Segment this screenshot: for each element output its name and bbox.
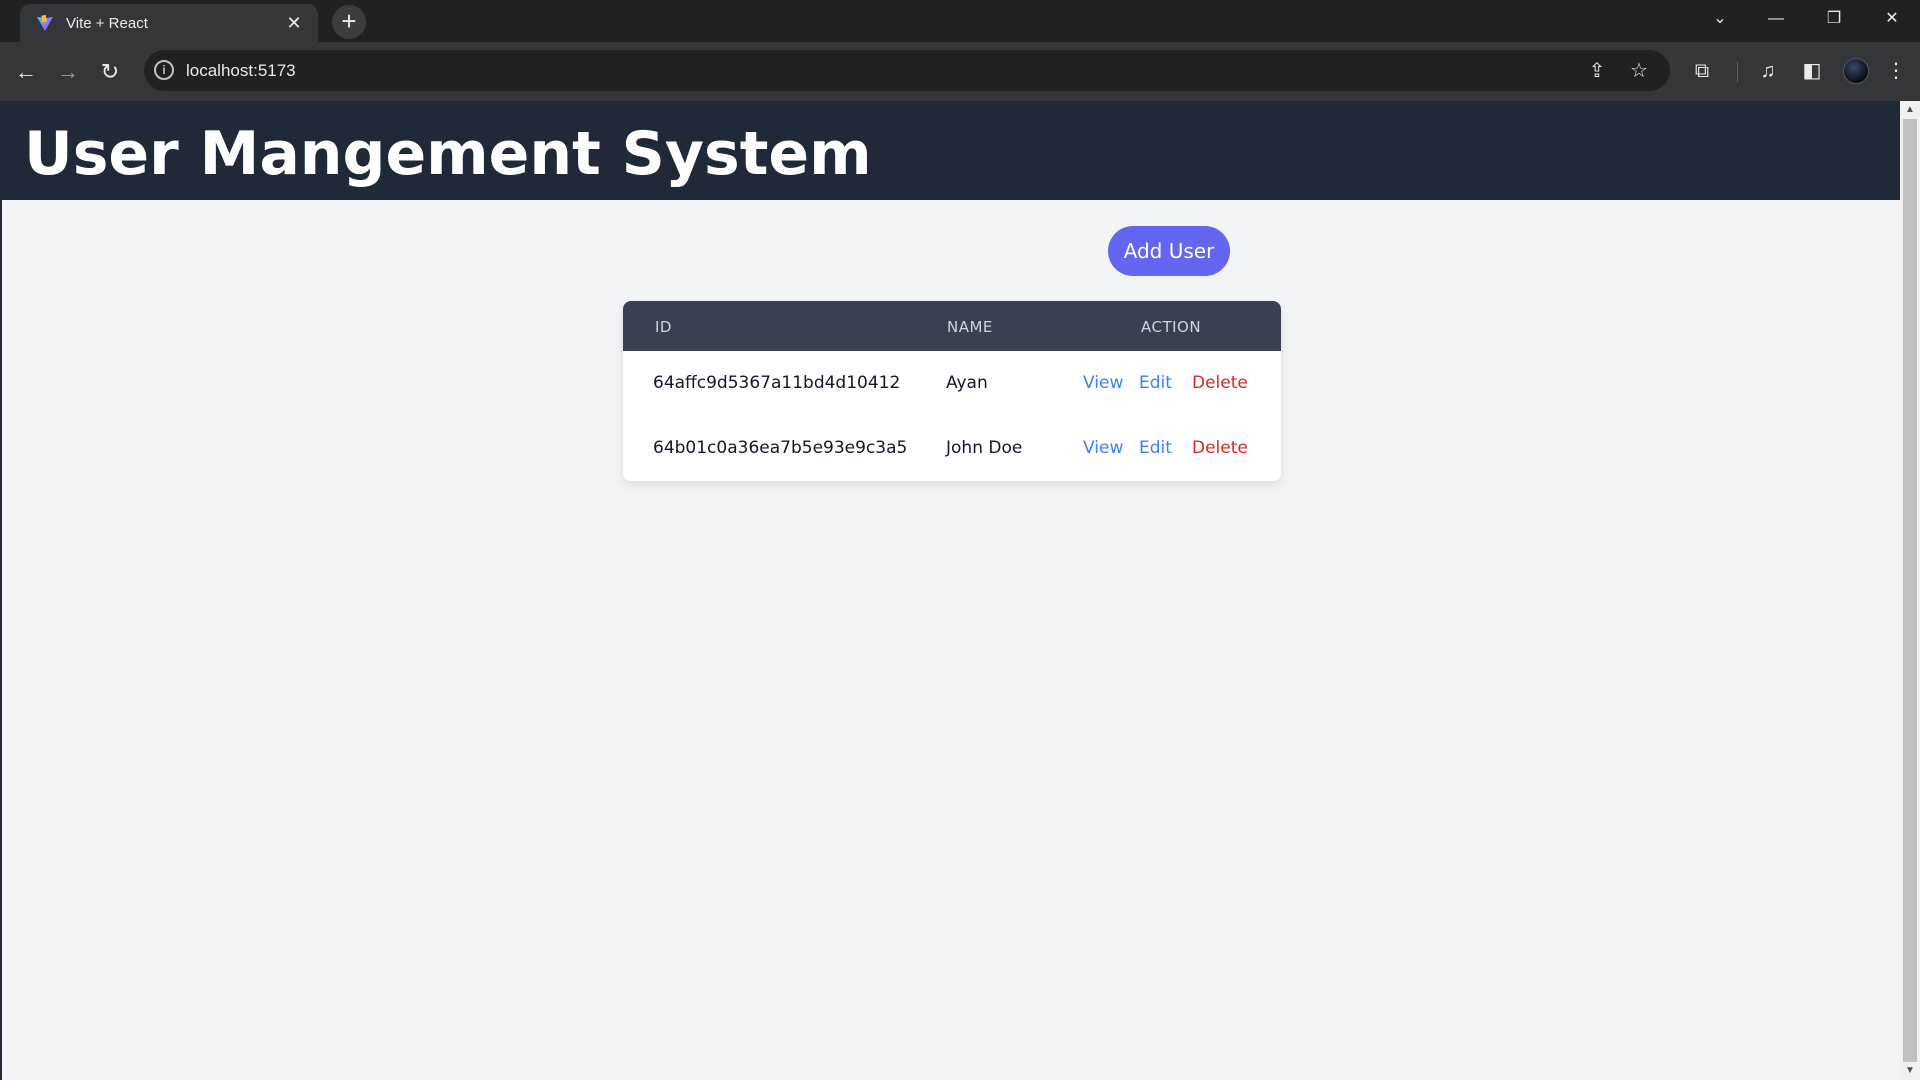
scroll-up-arrow-icon[interactable]: ▲ [1900, 101, 1920, 119]
add-user-button[interactable]: Add User [1108, 226, 1230, 276]
reload-icon[interactable]: ↻ [92, 54, 128, 90]
media-icon[interactable]: ♫ [1752, 55, 1784, 87]
close-icon[interactable]: ✕ [282, 11, 306, 35]
vite-logo-icon [36, 14, 54, 32]
tab-title: Vite + React [66, 15, 148, 32]
app-header: User Mangement System [2, 101, 1900, 200]
vertical-scrollbar[interactable]: ▲ ▼ [1900, 101, 1920, 1080]
scroll-thumb[interactable] [1903, 119, 1917, 1062]
view-link[interactable]: View [1083, 373, 1123, 393]
arrow-left-icon[interactable]: ← [8, 54, 44, 90]
delete-link[interactable]: Delete [1192, 438, 1248, 458]
table-row: 64b01c0a36ea7b5e93e9c3a5 John Doe View E… [623, 416, 1281, 481]
cell-id: 64affc9d5367a11bd4d10412 [653, 373, 901, 393]
cell-id: 64b01c0a36ea7b5e93e9c3a5 [653, 438, 908, 458]
table-row: 64affc9d5367a11bd4d10412 Ayan View Edit … [623, 351, 1281, 416]
cell-name: John Doe [946, 438, 1023, 458]
avatar[interactable] [1843, 58, 1869, 84]
column-header-action: ACTION [1141, 318, 1202, 336]
url-text[interactable]: localhost:5173 [186, 61, 296, 81]
browser-tab-strip: Vite + React ✕ + ⌄ — ❐ ✕ [0, 0, 1920, 42]
browser-toolbar: ← → ↻ i localhost:5173 ⇪ ☆ ⧉ ♫ ◧ ⋮ [0, 42, 1920, 101]
edit-link[interactable]: Edit [1139, 373, 1172, 393]
cell-name: Ayan [946, 373, 988, 393]
delete-link[interactable]: Delete [1192, 373, 1248, 393]
restore-icon[interactable]: ❐ [1806, 0, 1862, 38]
column-header-id: ID [655, 318, 672, 336]
toolbar-divider [1737, 62, 1738, 82]
share-icon[interactable]: ⇪ [1584, 58, 1610, 84]
star-icon[interactable]: ☆ [1626, 58, 1652, 84]
address-bar[interactable]: i localhost:5173 ⇪ ☆ [144, 50, 1670, 91]
puzzle-icon[interactable]: ⧉ [1686, 55, 1718, 87]
table-header: ID NAME ACTION [623, 301, 1281, 351]
arrow-right-icon[interactable]: → [50, 54, 86, 90]
edit-link[interactable]: Edit [1139, 438, 1172, 458]
close-window-icon[interactable]: ✕ [1864, 0, 1920, 38]
scroll-down-arrow-icon[interactable]: ▼ [1900, 1062, 1920, 1080]
kebab-menu-icon[interactable]: ⋮ [1880, 55, 1912, 87]
users-table: ID NAME ACTION 64affc9d5367a11bd4d10412 … [623, 301, 1281, 481]
side-panel-icon[interactable]: ◧ [1796, 55, 1828, 87]
column-header-name: NAME [947, 318, 993, 336]
view-link[interactable]: View [1083, 438, 1123, 458]
browser-tab[interactable]: Vite + React ✕ [20, 4, 318, 42]
info-icon[interactable]: i [154, 60, 174, 80]
minimize-icon[interactable]: — [1748, 0, 1804, 38]
page-viewport: User Mangement System Add User ID NAME A… [0, 101, 1900, 1080]
chevron-down-icon[interactable]: ⌄ [1692, 0, 1748, 38]
page-title: User Mangement System [24, 119, 872, 189]
plus-icon[interactable]: + [332, 5, 366, 39]
